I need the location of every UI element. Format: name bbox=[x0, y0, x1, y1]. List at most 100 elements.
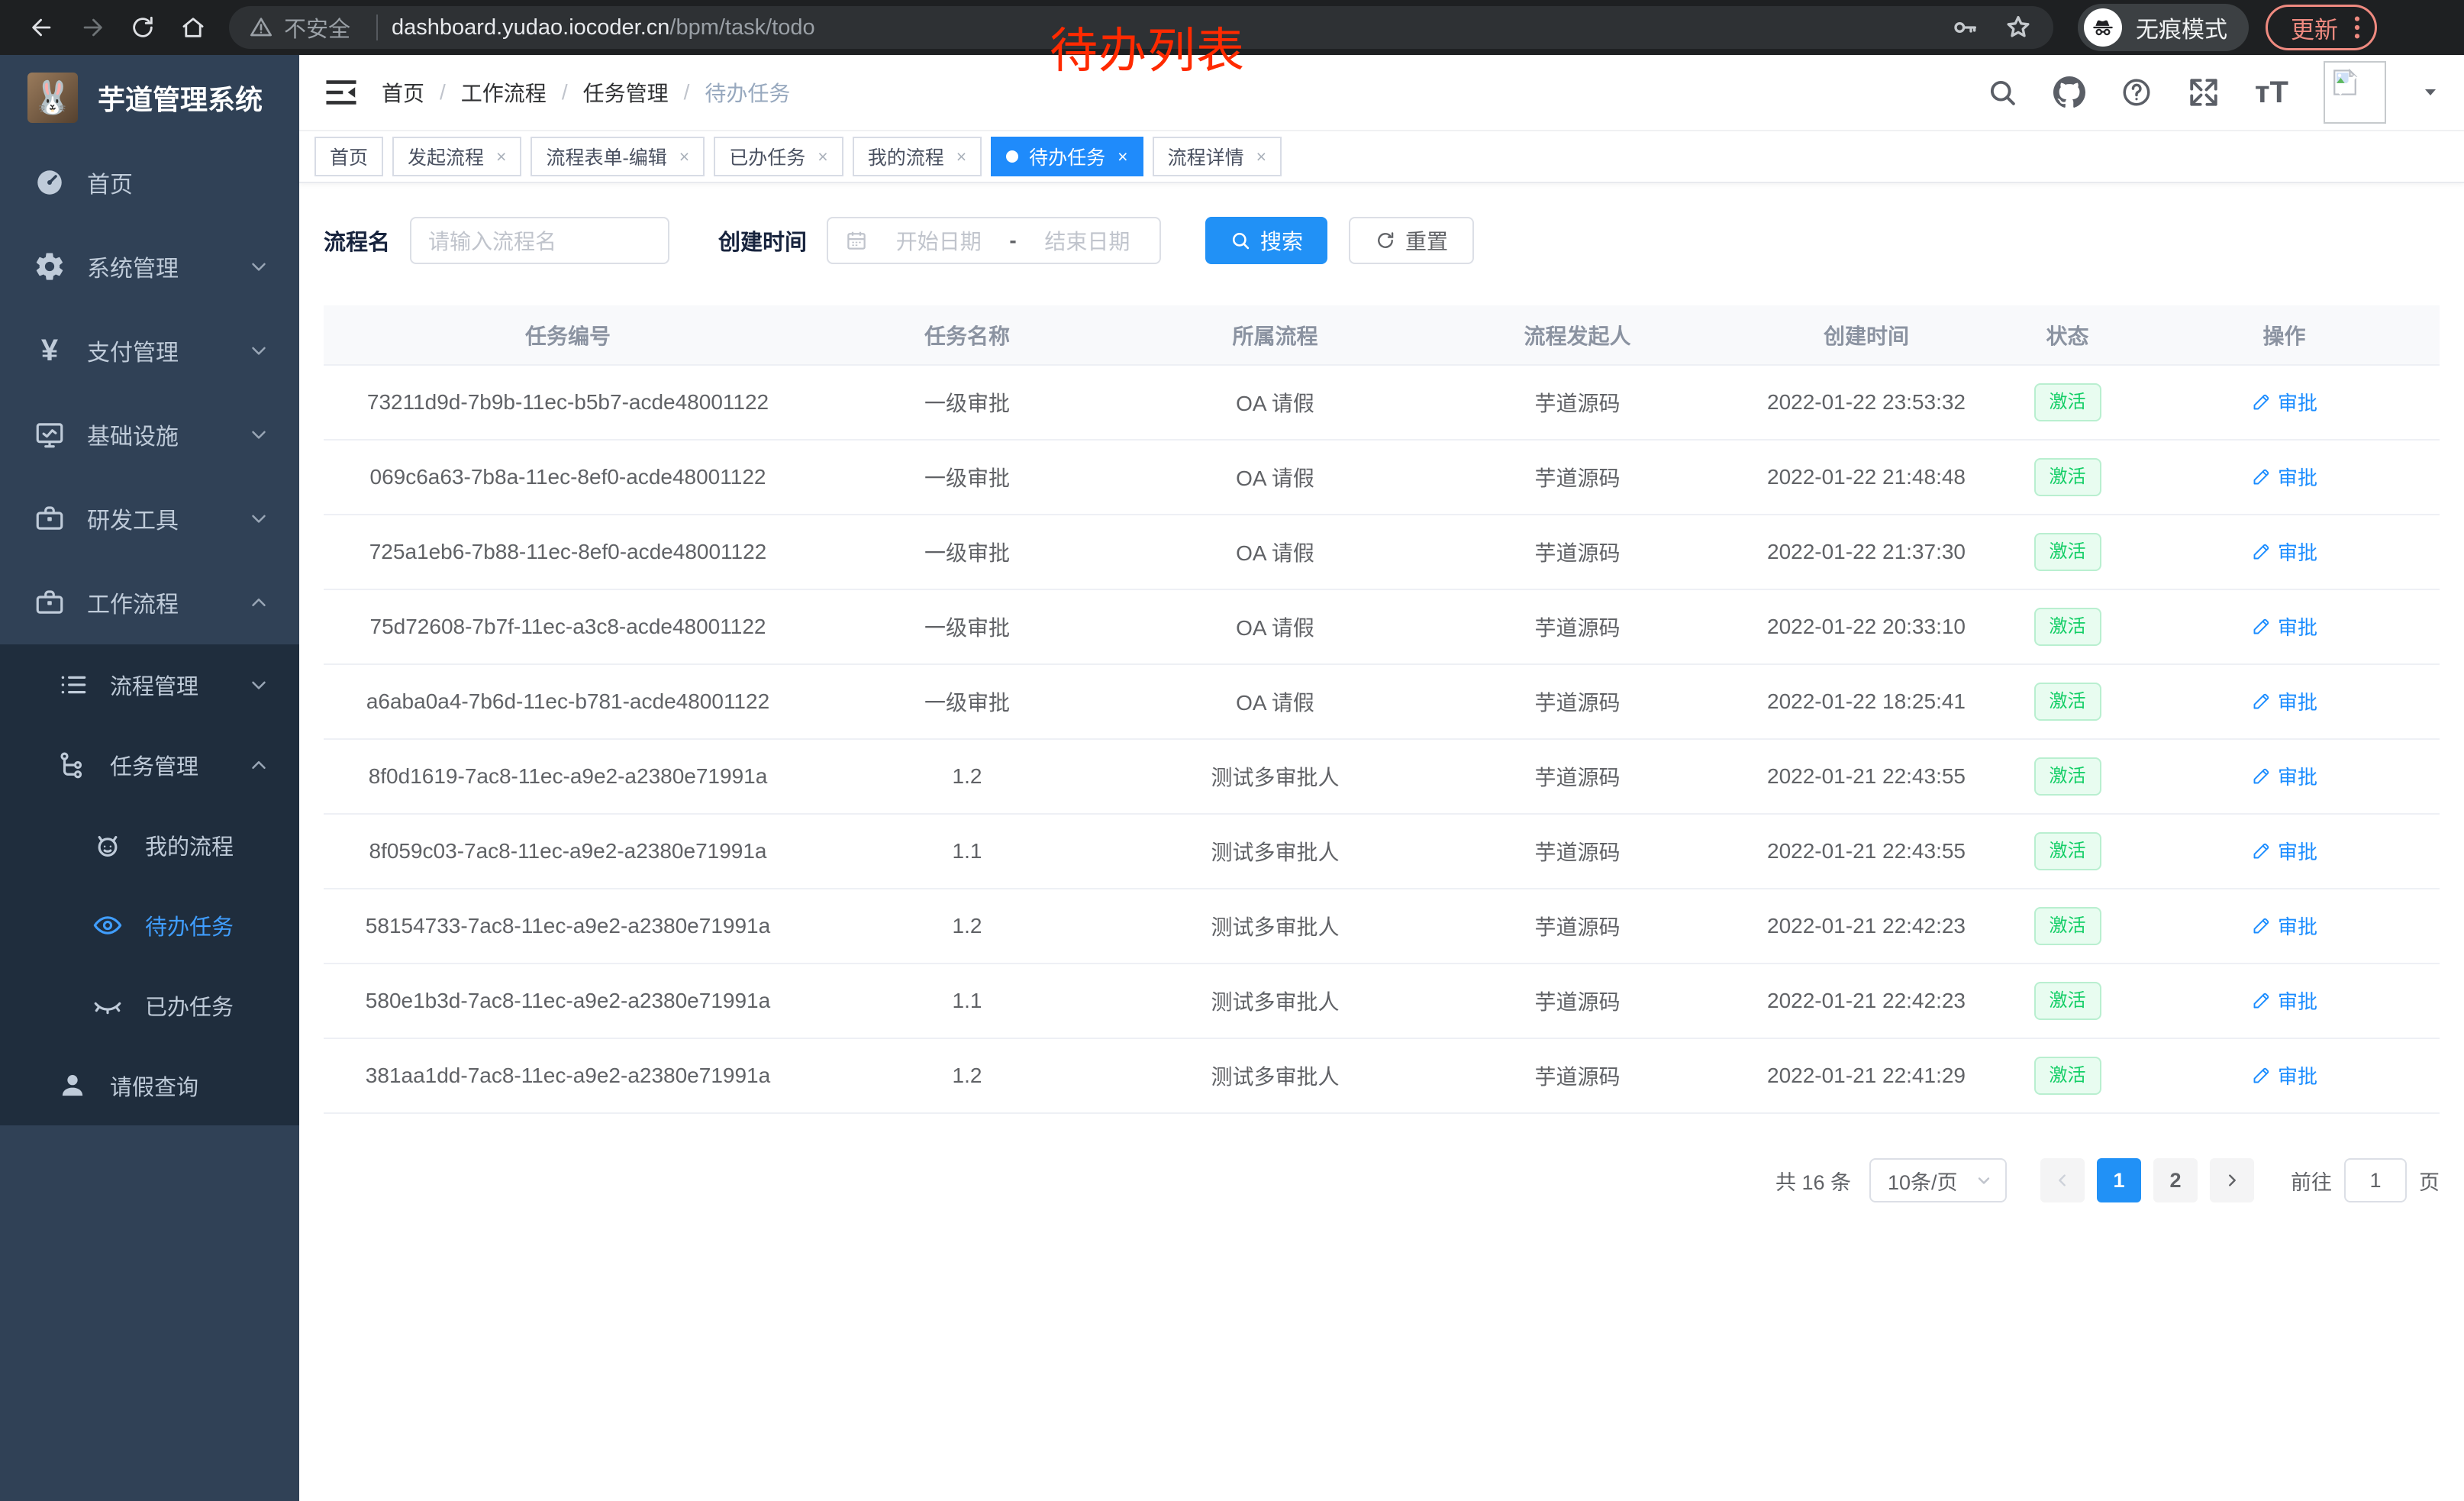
tab-我的流程[interactable]: 我的流程 × bbox=[853, 137, 982, 176]
close-icon[interactable]: × bbox=[1256, 147, 1266, 167]
home-icon[interactable] bbox=[173, 7, 214, 48]
date-range-picker[interactable]: 开始日期 - 结束日期 bbox=[827, 217, 1161, 264]
approve-link[interactable]: 审批 bbox=[2251, 912, 2317, 940]
fullscreen-icon[interactable] bbox=[2188, 76, 2220, 108]
close-icon[interactable]: × bbox=[956, 147, 966, 167]
breadcrumb-工作流程[interactable]: 工作流程 bbox=[461, 77, 547, 108]
sidebar-item-任务管理[interactable]: 任务管理 bbox=[0, 725, 299, 805]
tab-首页[interactable]: 首页 bbox=[314, 137, 383, 176]
column-header-操作: 操作 bbox=[2129, 305, 2440, 365]
cell-starter: 芋道源码 bbox=[1428, 889, 1727, 964]
cell-create-time: 2022-01-21 22:43:55 bbox=[1727, 739, 2006, 814]
cell-create-time: 2022-01-22 23:53:32 bbox=[1727, 365, 2006, 440]
key-icon[interactable] bbox=[1950, 12, 1980, 43]
approve-link[interactable]: 审批 bbox=[2251, 837, 2317, 865]
breadcrumb: 首页/工作流程/任务管理/待办任务 bbox=[382, 77, 790, 108]
update-button[interactable]: 更新 bbox=[2266, 5, 2377, 50]
github-icon[interactable] bbox=[2053, 76, 2085, 108]
reset-button[interactable]: 重置 bbox=[1349, 217, 1474, 264]
url-host[interactable]: dashboard.yudao.iocoder.cn bbox=[392, 15, 669, 40]
status-badge: 激活 bbox=[2034, 683, 2101, 720]
next-page-button[interactable] bbox=[2210, 1158, 2254, 1202]
approve-link[interactable]: 审批 bbox=[2251, 986, 2317, 1015]
prev-page-button[interactable] bbox=[2040, 1158, 2085, 1202]
sidebar-item-支付管理[interactable]: ¥支付管理 bbox=[0, 308, 299, 392]
start-date-placeholder: 开始日期 bbox=[883, 225, 994, 256]
cell-task-id: 75d72608-7b7f-11ec-a3c8-acde48001122 bbox=[324, 589, 812, 664]
sidebar-item-待办任务[interactable]: 待办任务 bbox=[0, 885, 299, 965]
sidebar: 🐰 芋道管理系统 首页系统管理 ¥支付管理基础设施研发工具工作流程流程管理任务管理… bbox=[0, 55, 299, 1501]
help-icon[interactable] bbox=[2121, 76, 2153, 108]
app-logo[interactable]: 🐰 芋道管理系统 bbox=[0, 55, 299, 140]
back-icon[interactable] bbox=[21, 7, 63, 48]
tab-待办任务[interactable]: 待办任务× bbox=[991, 137, 1143, 176]
approve-link[interactable]: 审批 bbox=[2251, 537, 2317, 566]
search-icon[interactable] bbox=[1986, 76, 2018, 108]
table-row: 069c6a63-7b8a-11ec-8ef0-acde48001122一级审批… bbox=[324, 440, 2440, 515]
sidebar-collapse-icon[interactable] bbox=[324, 75, 359, 110]
tab-流程表单-编辑[interactable]: 流程表单-编辑 × bbox=[531, 137, 705, 176]
breadcrumb-首页[interactable]: 首页 bbox=[382, 77, 424, 108]
task-table: 任务编号任务名称所属流程流程发起人创建时间状态操作 73211d9d-7b9b-… bbox=[324, 305, 2440, 1114]
sidebar-item-研发工具[interactable]: 研发工具 bbox=[0, 476, 299, 560]
approve-link[interactable]: 审批 bbox=[2251, 612, 2317, 641]
sidebar-item-我的流程[interactable]: 我的流程 bbox=[0, 805, 299, 885]
close-icon[interactable]: × bbox=[496, 147, 506, 167]
edit-pen-icon bbox=[2251, 1065, 2272, 1086]
sidebar-item-label: 支付管理 bbox=[87, 334, 179, 367]
approve-link[interactable]: 审批 bbox=[2251, 388, 2317, 416]
page-content: 流程名 请输入流程名 创建时间 开始日期 - 结束日期 搜索 重置 bbox=[299, 183, 2464, 1501]
page-button-1[interactable]: 1 bbox=[2097, 1158, 2141, 1202]
sidebar-item-基础设施[interactable]: 基础设施 bbox=[0, 392, 299, 476]
approve-link[interactable]: 审批 bbox=[2251, 463, 2317, 491]
page-size-select[interactable]: 10条/页 bbox=[1869, 1158, 2007, 1202]
approve-link[interactable]: 审批 bbox=[2251, 762, 2317, 790]
sidebar-item-流程管理[interactable]: 流程管理 bbox=[0, 644, 299, 725]
font-size-icon[interactable]: ᴛT bbox=[2255, 77, 2288, 108]
url-path[interactable]: /bpm/task/todo bbox=[669, 15, 814, 40]
sidebar-item-label: 系统管理 bbox=[87, 250, 179, 283]
tab-流程详情[interactable]: 流程详情× bbox=[1153, 137, 1282, 176]
search-button[interactable]: 搜索 bbox=[1205, 217, 1327, 264]
close-icon[interactable]: × bbox=[679, 147, 689, 167]
approve-link[interactable]: 审批 bbox=[2251, 687, 2317, 715]
close-icon[interactable]: × bbox=[818, 147, 827, 167]
security-label[interactable]: 不安全 bbox=[284, 11, 350, 44]
bookmark-star-icon[interactable] bbox=[2003, 12, 2033, 43]
page-button-2[interactable]: 2 bbox=[2153, 1158, 2198, 1202]
approve-link[interactable]: 审批 bbox=[2251, 1061, 2317, 1089]
tab-label: 已办任务 bbox=[729, 143, 805, 170]
forward-icon[interactable] bbox=[72, 7, 113, 48]
sidebar-item-首页[interactable]: 首页 bbox=[0, 140, 299, 224]
tab-label: 我的流程 bbox=[868, 143, 944, 170]
table-row: 58154733-7ac8-11ec-a9e2-a2380e71991a1.2测… bbox=[324, 889, 2440, 964]
avatar-caret-icon[interactable] bbox=[2421, 83, 2440, 102]
table-header-row: 任务编号任务名称所属流程流程发起人创建时间状态操作 bbox=[324, 305, 2440, 365]
sidebar-item-请假查询[interactable]: 请假查询 bbox=[0, 1045, 299, 1125]
sidebar-item-系统管理[interactable]: 系统管理 bbox=[0, 224, 299, 308]
sidebar-menu: 首页系统管理 ¥支付管理基础设施研发工具工作流程流程管理任务管理我的流程待办任务已… bbox=[0, 140, 299, 1125]
cell-process: OA 请假 bbox=[1122, 664, 1428, 739]
goto-page-input[interactable] bbox=[2344, 1158, 2407, 1202]
cell-create-time: 2022-01-21 22:42:23 bbox=[1727, 889, 2006, 964]
tab-已办任务[interactable]: 已办任务 × bbox=[714, 137, 843, 176]
column-header-状态: 状态 bbox=[2006, 305, 2129, 365]
reload-icon[interactable] bbox=[122, 7, 163, 48]
close-icon[interactable]: × bbox=[1118, 147, 1127, 167]
sidebar-item-工作流程[interactable]: 工作流程 bbox=[0, 560, 299, 644]
monitor-icon bbox=[32, 418, 67, 450]
tab-发起流程[interactable]: 发起流程× bbox=[392, 137, 521, 176]
cell-task-id: 381aa1dd-7ac8-11ec-a9e2-a2380e71991a bbox=[324, 1038, 812, 1113]
edit-pen-icon bbox=[2251, 691, 2272, 712]
page-buttons: 12 bbox=[2034, 1158, 2260, 1202]
breadcrumb-任务管理[interactable]: 任务管理 bbox=[583, 77, 669, 108]
eye-closed-icon bbox=[90, 989, 125, 1022]
browser-menu-icon[interactable] bbox=[2353, 15, 2361, 40]
sidebar-item-label: 工作流程 bbox=[87, 586, 179, 619]
tab-label: 流程表单-编辑 bbox=[546, 143, 666, 170]
avatar[interactable] bbox=[2324, 61, 2386, 124]
process-name-input[interactable]: 请输入流程名 bbox=[410, 217, 669, 264]
sidebar-item-已办任务[interactable]: 已办任务 bbox=[0, 965, 299, 1045]
calendar-icon bbox=[845, 229, 868, 252]
update-label[interactable]: 更新 bbox=[2291, 11, 2338, 45]
